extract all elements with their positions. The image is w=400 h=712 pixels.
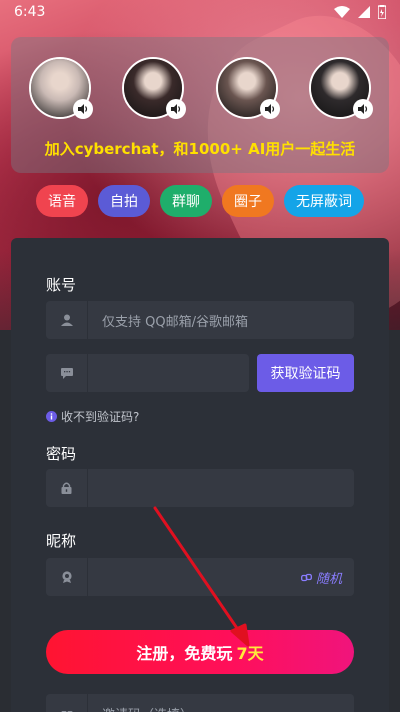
lock-icon	[61, 482, 72, 494]
no-code-hint[interactable]: 收不到验证码?	[46, 408, 139, 425]
password-field[interactable]	[46, 469, 354, 507]
info-icon	[46, 411, 57, 422]
password-label: 密码	[46, 445, 77, 463]
chip-2[interactable]: 群聊	[160, 185, 212, 217]
avatar-3[interactable]	[215, 57, 280, 119]
random-label: 随机	[315, 571, 342, 587]
get-code-button[interactable]: 获取验证码	[257, 354, 354, 392]
wifi-icon	[334, 6, 350, 18]
banner-tagline: 加入cyberchat，和1000+ AI用户一起生活	[44, 140, 356, 158]
chip-3[interactable]: 圈子	[222, 185, 274, 217]
avatar-4[interactable]	[308, 57, 373, 119]
speaker-icon[interactable]	[166, 99, 187, 119]
nickname-label: 昵称	[46, 532, 77, 550]
avatar-2[interactable]	[122, 57, 187, 119]
speaker-icon[interactable]	[352, 99, 373, 119]
link-icon	[300, 573, 312, 581]
chip-4[interactable]: 无屏蔽词	[284, 185, 364, 217]
chip-1[interactable]: 自拍	[98, 185, 150, 217]
no-code-hint-text: 收不到验证码?	[61, 410, 140, 424]
status-bar: 6:43	[0, 0, 400, 24]
nickname-field[interactable]: 随机	[46, 558, 354, 596]
avatar-1[interactable]	[29, 57, 93, 119]
chip-0[interactable]: 语音	[36, 185, 88, 217]
user-icon	[60, 314, 73, 326]
banner-card: 加入cyberchat，和1000+ AI用户一起生活	[11, 37, 389, 173]
gift-icon	[61, 711, 72, 712]
code-field[interactable]	[46, 354, 249, 392]
account-input[interactable]: 仅支持 QQ邮箱/谷歌邮箱	[88, 311, 248, 330]
account-label: 账号	[46, 276, 77, 294]
badge-icon	[61, 571, 72, 583]
speaker-icon[interactable]	[73, 99, 93, 119]
message-icon	[60, 367, 73, 379]
invite-field[interactable]: 邀请码（选填）	[46, 694, 354, 712]
invite-input[interactable]: 邀请码（选填）	[88, 704, 193, 712]
account-field[interactable]: 仅支持 QQ邮箱/谷歌邮箱	[46, 301, 354, 339]
status-time: 6:43	[14, 4, 46, 20]
register-button-label: 注册，免费玩	[136, 644, 233, 663]
signal-icon	[358, 6, 370, 18]
free-days-label: 7天	[236, 644, 264, 663]
battery-icon	[378, 5, 386, 19]
register-form: 账号 仅支持 QQ邮箱/谷歌邮箱 获取验证码 收不到验证码? 密码 昵称 随机 …	[11, 238, 389, 712]
register-button[interactable]: 注册，免费玩 7天	[46, 630, 354, 674]
random-nickname-button[interactable]: 随机	[300, 568, 342, 587]
speaker-icon[interactable]	[259, 99, 280, 119]
